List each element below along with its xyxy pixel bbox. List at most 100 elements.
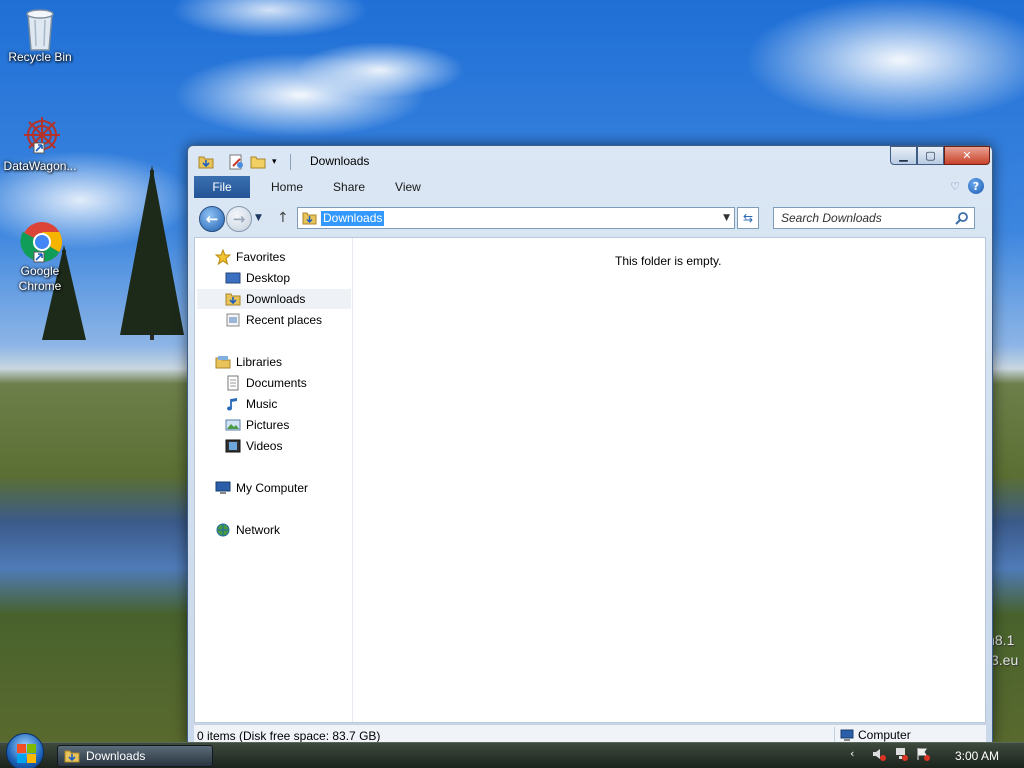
chevron-down-icon[interactable]: ▼ — [723, 213, 730, 223]
help-icon[interactable]: ? — [968, 178, 984, 194]
status-item-count: 0 items (Disk free space: 83.7 GB) — [197, 729, 381, 743]
nav-desktop[interactable]: Desktop — [225, 268, 290, 288]
tab-file[interactable]: File — [194, 176, 250, 198]
nav-network[interactable]: Network — [215, 520, 280, 540]
network-icon — [215, 522, 231, 538]
desktop-icon-label: Google Chrome — [18, 264, 62, 293]
taskbar-item-downloads[interactable]: Downloads — [57, 745, 213, 767]
navigation-bar: ← → ▼ ↑ Downloads ▼ ⇆ — [194, 204, 986, 234]
new-folder-icon[interactable] — [250, 154, 266, 170]
computer-icon — [215, 480, 231, 496]
nav-label: My Computer — [236, 481, 309, 495]
refresh-icon: ⇆ — [742, 211, 754, 225]
maximize-button[interactable]: ▢ — [917, 146, 944, 165]
folder-icon — [198, 154, 214, 170]
content-area: Favorites Desktop Downloads Recent place… — [194, 237, 986, 723]
close-icon: ✕ — [962, 149, 972, 162]
nav-label: Libraries — [236, 355, 283, 369]
videos-icon — [225, 438, 241, 454]
back-button[interactable]: ← — [199, 206, 225, 232]
nav-libraries[interactable]: Libraries — [215, 352, 282, 372]
search-input[interactable] — [774, 208, 944, 228]
nav-label: Downloads — [246, 292, 306, 306]
computer-icon — [840, 728, 854, 742]
arrow-right-icon: → — [232, 210, 246, 228]
nav-label: Videos — [246, 439, 283, 453]
documents-icon — [225, 375, 241, 391]
properties-icon[interactable] — [228, 154, 244, 170]
navigation-pane: Favorites Desktop Downloads Recent place… — [195, 238, 353, 722]
tab-view[interactable]: View — [380, 176, 436, 198]
action-center-alert-icon[interactable] — [916, 747, 930, 761]
nav-recent-places[interactable]: Recent places — [225, 310, 322, 330]
folder-icon — [64, 748, 80, 764]
desktop-icon — [225, 270, 241, 286]
nav-label: Network — [236, 523, 281, 537]
maximize-icon: ▢ — [925, 149, 936, 162]
forward-button[interactable]: → — [226, 206, 252, 232]
arrow-left-icon: ← — [205, 210, 219, 228]
nav-videos[interactable]: Videos — [225, 436, 282, 456]
status-location: Computer — [840, 728, 911, 742]
close-button[interactable]: ✕ — [944, 146, 990, 165]
nav-label: Recent places — [246, 313, 323, 327]
customize-quick-access-icon[interactable]: ▾ — [272, 154, 288, 170]
desktop-icon-label: Recycle Bin — [8, 50, 72, 64]
pictures-icon — [225, 417, 241, 433]
nav-label: Favorites — [236, 250, 286, 264]
desktop-icon-label: DataWagon... — [3, 159, 77, 173]
expand-ribbon-icon[interactable]: ♡ — [950, 180, 960, 193]
nav-documents[interactable]: Documents — [225, 373, 307, 393]
folder-icon — [302, 211, 317, 225]
tab-home[interactable]: Home — [256, 176, 318, 198]
taskbar: Downloads ‹ 3:00 AM — [0, 733, 1024, 768]
minimize-icon: ▁ — [899, 149, 908, 162]
nav-downloads[interactable]: Downloads — [197, 289, 351, 309]
windows-logo-icon — [7, 734, 43, 768]
window-title: Downloads — [310, 154, 370, 168]
address-text[interactable]: Downloads — [321, 211, 385, 226]
empty-folder-message: This folder is empty. — [615, 254, 722, 268]
taskbar-clock[interactable]: 3:00 AM — [955, 749, 999, 763]
downloads-folder-icon — [225, 291, 241, 307]
title-bar[interactable]: ▾ Downloads ▁ ▢ ✕ — [188, 146, 992, 176]
chrome-icon — [20, 220, 62, 263]
show-hidden-icons-icon[interactable]: ‹ — [850, 747, 864, 761]
volume-muted-icon[interactable] — [872, 747, 886, 761]
nav-my-computer[interactable]: My Computer — [215, 478, 308, 498]
ribbon-tabs: File Home Share View — [194, 176, 436, 198]
star-icon — [214, 248, 232, 266]
refresh-button[interactable]: ⇆ — [737, 207, 759, 229]
nav-label: Music — [246, 397, 278, 411]
nav-label: Documents — [246, 376, 307, 390]
title-separator — [290, 154, 291, 170]
datawagon-icon — [20, 115, 60, 155]
tab-share[interactable]: Share — [318, 176, 380, 198]
desktop-icon-datawagon[interactable]: DataWagon... — [0, 115, 80, 174]
nav-label: Desktop — [246, 271, 291, 285]
recent-places-icon — [225, 312, 241, 328]
recent-locations-icon[interactable]: ▼ — [255, 213, 262, 223]
window-controls: ▁ ▢ ✕ — [890, 146, 990, 166]
ribbon-controls: ♡ ? — [950, 178, 984, 194]
explorer-window[interactable]: ▾ Downloads ▁ ▢ ✕ File Home Share View ♡… — [187, 145, 993, 746]
search-box[interactable] — [773, 207, 975, 229]
nav-pictures[interactable]: Pictures — [225, 415, 289, 435]
minimize-button[interactable]: ▁ — [890, 146, 917, 165]
recycle-bin-icon — [20, 6, 60, 51]
music-icon — [225, 396, 241, 412]
system-tray: ‹ — [850, 747, 930, 761]
nav-label: Pictures — [246, 418, 290, 432]
search-icon[interactable] — [955, 211, 969, 225]
desktop-icon-google-chrome[interactable]: Google Chrome — [0, 220, 80, 294]
libraries-icon — [215, 354, 231, 370]
taskbar-item-label: Downloads — [86, 749, 146, 763]
start-button[interactable] — [6, 733, 44, 768]
status-location-label: Computer — [858, 728, 911, 742]
nav-music[interactable]: Music — [225, 394, 277, 414]
up-icon[interactable]: ↑ — [277, 210, 289, 226]
desktop-icon-recycle-bin[interactable]: Recycle Bin — [0, 6, 80, 65]
nav-favorites[interactable]: Favorites — [214, 247, 286, 267]
network-disconnected-icon[interactable] — [894, 747, 908, 761]
address-bar[interactable]: Downloads ▼ — [297, 207, 735, 229]
